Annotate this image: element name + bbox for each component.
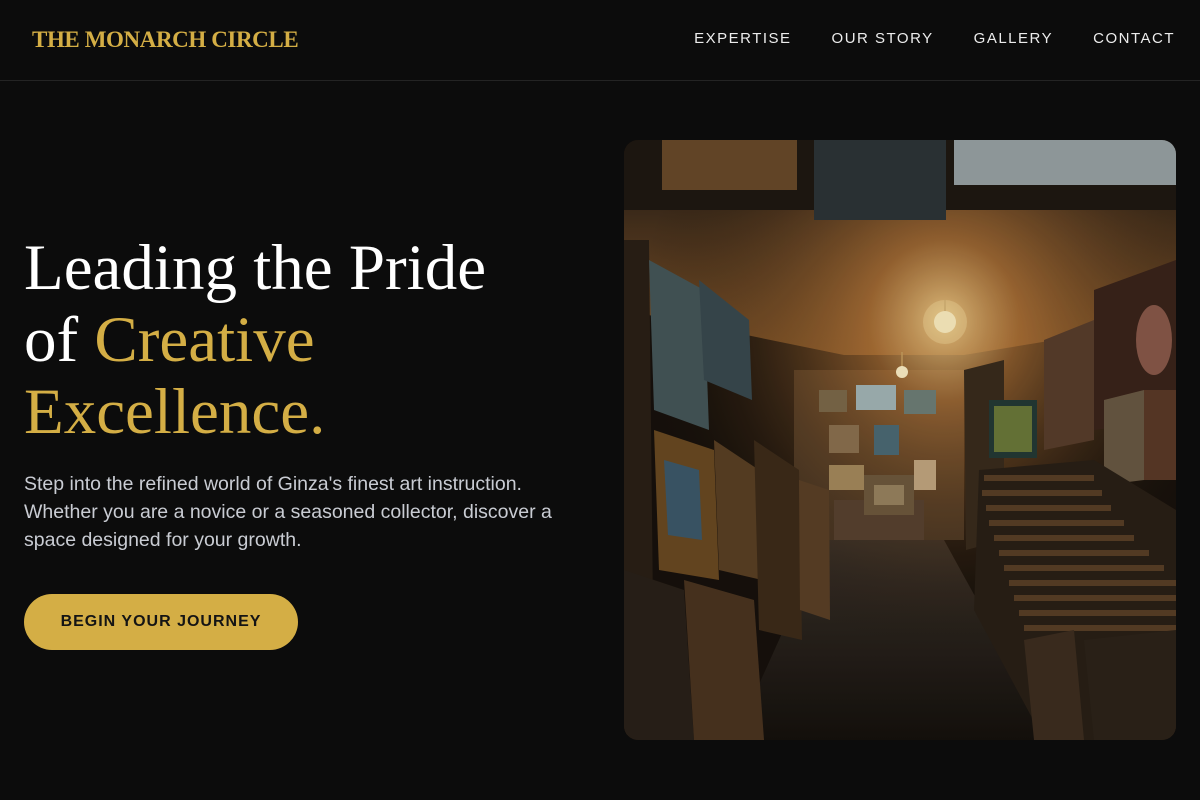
brand-logo[interactable]: THE MONARCH CIRCLE bbox=[32, 26, 299, 54]
headline-line-1: Leading the Pride bbox=[24, 232, 487, 304]
gallery-corridor-illustration bbox=[624, 140, 1176, 740]
hero-headline: Leading the Pride of Creative Excellence… bbox=[24, 232, 604, 448]
nav-link-our-story[interactable]: OUR STORY bbox=[832, 29, 934, 49]
main-nav: EXPERTISE OUR STORY GALLERY CONTACT bbox=[694, 29, 1175, 49]
begin-journey-button[interactable]: BEGIN YOUR JOURNEY bbox=[24, 594, 298, 650]
nav-link-gallery[interactable]: GALLERY bbox=[974, 29, 1053, 49]
gallery-hero-image bbox=[624, 140, 1176, 740]
site-header: THE MONARCH CIRCLE EXPERTISE OUR STORY G… bbox=[0, 0, 1200, 81]
headline-accent-excellence: Excellence. bbox=[24, 376, 326, 448]
headline-accent-creative: Creative bbox=[94, 304, 315, 376]
hero-description: Step into the refined world of Ginza's f… bbox=[24, 473, 552, 551]
headline-line-2-prefix: of bbox=[24, 304, 95, 376]
nav-link-contact[interactable]: CONTACT bbox=[1093, 29, 1175, 49]
nav-link-expertise[interactable]: EXPERTISE bbox=[694, 29, 791, 49]
